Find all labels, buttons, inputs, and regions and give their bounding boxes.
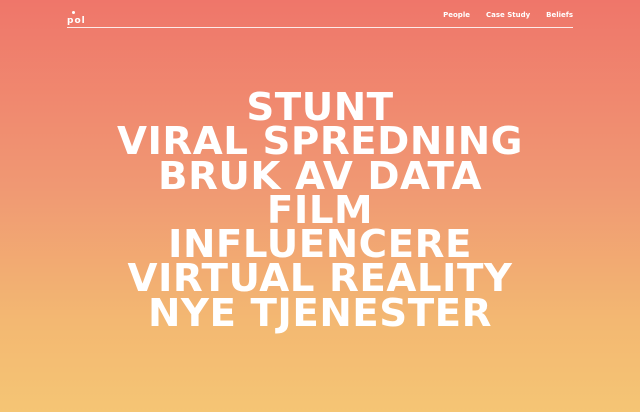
site-header: pol People Case Study Beliefs: [67, 0, 573, 28]
nav-link-case-study[interactable]: Case Study: [486, 11, 530, 20]
nav-link-beliefs[interactable]: Beliefs: [546, 11, 573, 20]
pol-logo[interactable]: pol: [67, 8, 85, 26]
nav-link-people[interactable]: People: [443, 11, 470, 20]
hero-item-nye-tjenester: NYE TJENESTER: [147, 290, 493, 335]
logo-text: pol: [67, 16, 86, 26]
main-nav: People Case Study Beliefs: [443, 11, 573, 20]
hero-list: STUNT VIRAL SPREDNING BRUK AV DATA FILM …: [0, 88, 640, 335]
